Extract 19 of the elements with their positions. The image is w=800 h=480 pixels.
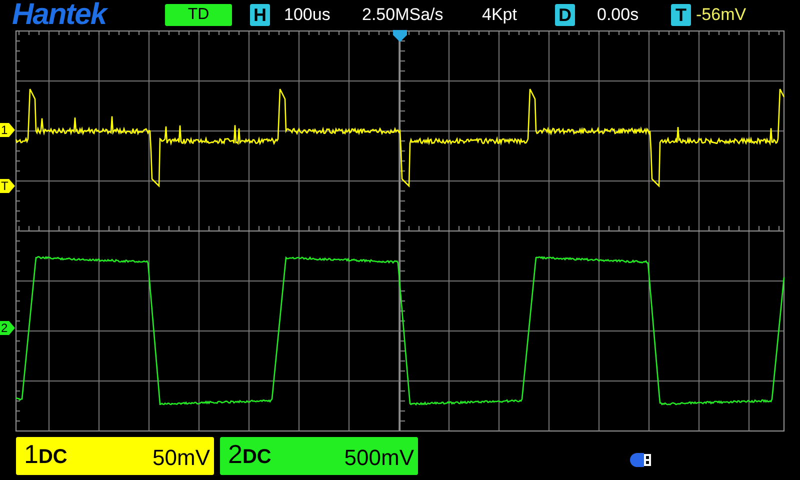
usb-icon (630, 453, 652, 467)
channel-label: 1DC (24, 440, 68, 471)
trigger-badge: T (671, 4, 691, 26)
channel-marker: 1 (0, 123, 15, 137)
channel-label: 2DC (228, 440, 272, 471)
channel-scale: 50mV (152, 445, 210, 471)
delay-badge: D (555, 4, 575, 26)
trigger-position-icon (393, 30, 407, 42)
timebase-badge: H (250, 4, 270, 26)
memory-depth: 4Kpt (482, 5, 518, 25)
trigger-marker: T (0, 179, 15, 193)
channel-scale: 500mV (344, 445, 414, 471)
trigger-level: -56mV (696, 5, 746, 25)
sample-rate: 2.50MSa/s (362, 5, 444, 25)
mode-badge: TD (165, 4, 232, 26)
delay-value: 0.00s (597, 5, 640, 25)
timebase-value: 100us (284, 5, 332, 25)
brand-logo: Hantek (12, 0, 109, 30)
channel-marker: 2 (0, 321, 15, 335)
